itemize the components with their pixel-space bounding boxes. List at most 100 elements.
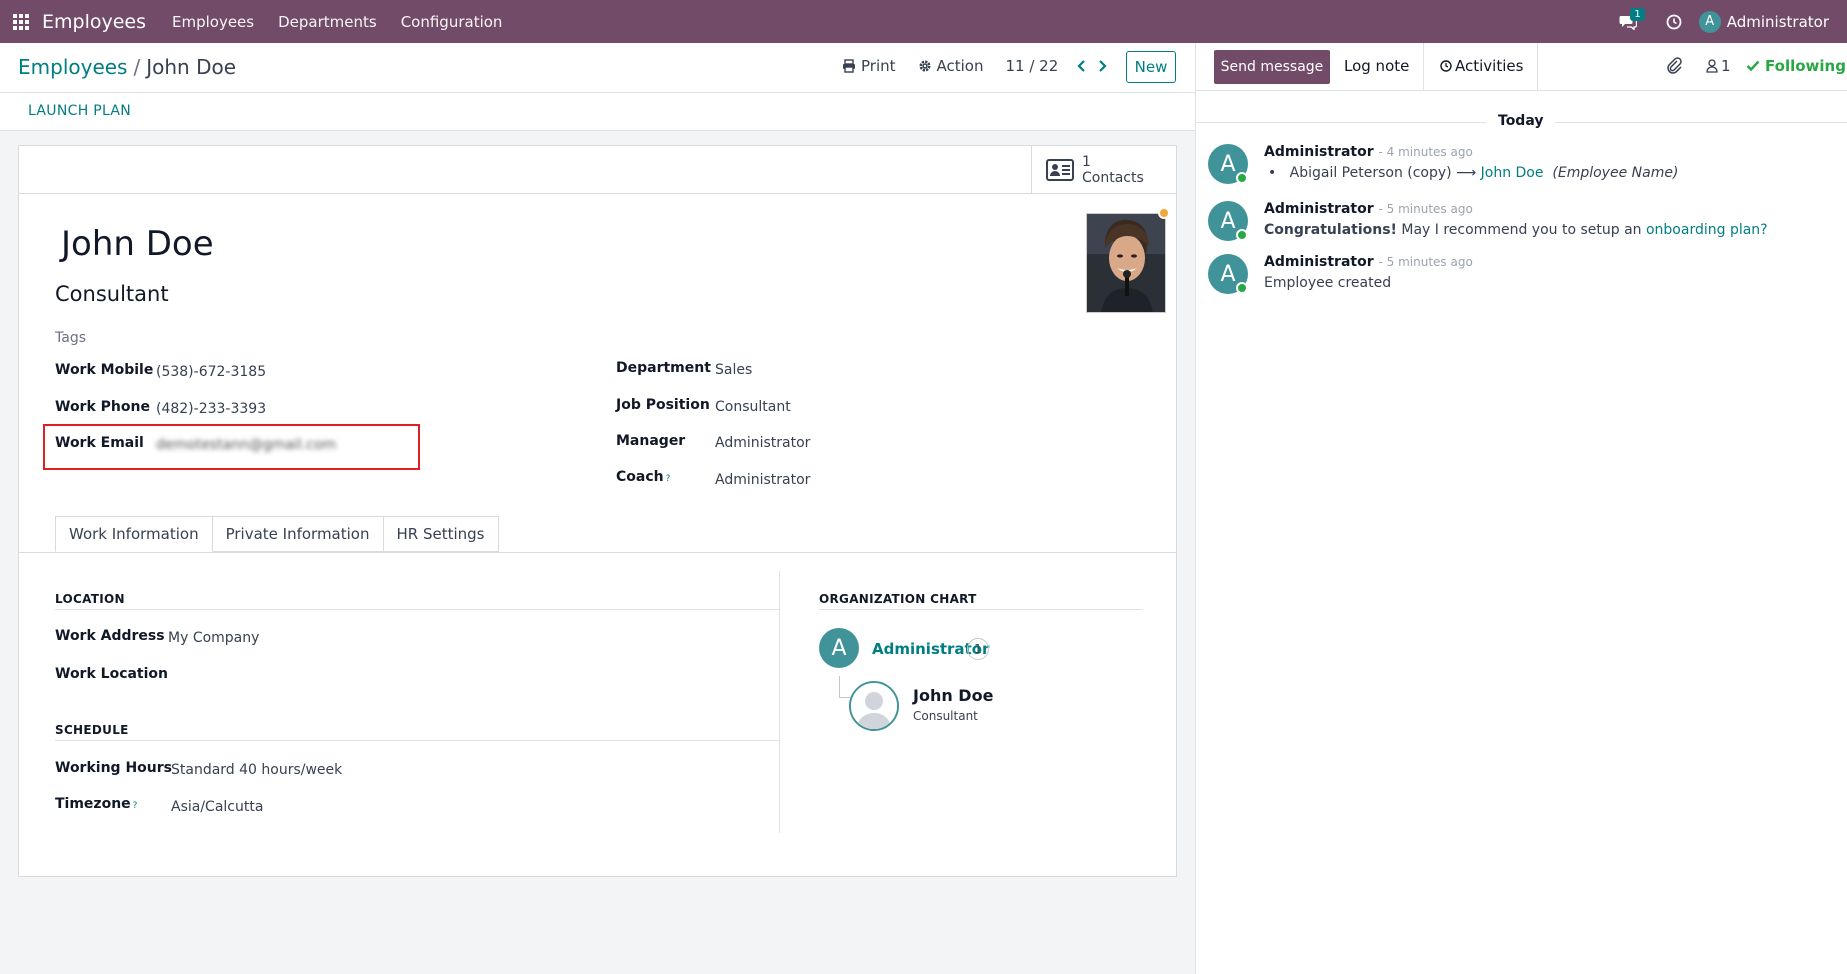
contacts-count: 1 — [1082, 154, 1091, 170]
org-chart-rule — [819, 609, 1143, 610]
job-title-field[interactable]: Consultant — [55, 282, 169, 306]
org-employee-name: John Doe — [913, 686, 994, 705]
pager-previous-icon[interactable] — [1070, 59, 1092, 73]
coach-help-icon[interactable]: ? — [666, 474, 671, 484]
chatter-topbar: Send message Log note Activities 1 Follo… — [1196, 43, 1847, 91]
work-phone-field[interactable]: (482)-233-3393 — [156, 401, 266, 417]
send-message-button[interactable]: Send message — [1214, 50, 1330, 84]
messaging-icon[interactable]: 1 — [1611, 0, 1645, 43]
org-employee-avatar[interactable] — [849, 681, 899, 731]
user-avatar[interactable]: A — [1698, 10, 1721, 33]
breadcrumb-employees-link[interactable]: Employees — [18, 55, 127, 79]
schedule-group-rule — [55, 740, 779, 741]
gear-icon — [919, 60, 931, 72]
chatter-message: A Administrator - 5 minutes ago Employee… — [1208, 254, 1828, 299]
work-mobile-field[interactable]: (538)-672-3185 — [156, 364, 266, 380]
activity-clock-icon[interactable] — [1657, 0, 1691, 43]
print-label: Print — [861, 57, 896, 75]
timezone-row: Timezone? — [55, 796, 137, 812]
button-box: 1 Contacts — [19, 146, 1176, 194]
org-manager-subordinates-count[interactable]: 1 — [967, 638, 989, 660]
manager-row: Manager — [616, 433, 685, 449]
tab-hr-settings[interactable]: HR Settings — [383, 516, 499, 552]
check-icon — [1746, 60, 1760, 72]
pager-value[interactable]: 11 / 22 — [1006, 57, 1059, 75]
menu-employees[interactable]: Employees — [172, 13, 254, 31]
onboarding-plan-link[interactable]: onboarding plan? — [1646, 222, 1768, 238]
job-position-field[interactable]: Consultant — [715, 399, 791, 415]
log-note-button[interactable]: Log note — [1344, 57, 1409, 75]
menu-configuration[interactable]: Configuration — [401, 13, 503, 31]
org-employee-job: Consultant — [913, 709, 978, 723]
activities-button[interactable]: Activities — [1440, 57, 1523, 75]
org-manager-avatar[interactable]: A — [819, 628, 859, 668]
print-button[interactable]: Print — [842, 57, 896, 75]
online-status-dot — [1236, 282, 1248, 294]
org-chart-title: ORGANIZATION CHART — [819, 592, 977, 606]
manager-field[interactable]: Administrator — [715, 435, 810, 451]
tab-work-information[interactable]: Work Information — [55, 516, 213, 552]
message-body: Employee created — [1264, 275, 1392, 291]
work-mobile-row: Work Mobile — [55, 362, 153, 378]
launch-plan-button[interactable]: LAUNCH PLAN — [28, 103, 131, 119]
message-time: - 4 minutes ago — [1378, 145, 1473, 159]
coach-row: Coach? — [616, 469, 670, 485]
tab-private-information[interactable]: Private Information — [212, 516, 384, 552]
app-menu-icon[interactable] — [0, 0, 42, 43]
online-status-dot — [1236, 229, 1248, 241]
working-hours-label: Working Hours — [55, 760, 172, 776]
message-header: Administrator - 5 minutes ago — [1264, 201, 1473, 217]
employee-name-field[interactable]: John Doe — [61, 224, 214, 264]
app-name[interactable]: Employees — [42, 11, 146, 33]
employee-photo[interactable] — [1086, 213, 1166, 313]
following-label: Following — [1765, 57, 1846, 75]
user-menu[interactable]: Administrator — [1727, 13, 1829, 31]
contacts-smart-button[interactable]: 1 Contacts — [1031, 146, 1176, 194]
presence-status-dot — [1158, 207, 1170, 219]
followers-button[interactable]: 1 — [1706, 57, 1731, 75]
pager-next-icon[interactable] — [1092, 59, 1114, 73]
location-group-title: LOCATION — [55, 592, 125, 606]
tracking-new-value: John Doe — [1480, 165, 1544, 181]
arrow-right-icon: ⟶ — [1456, 165, 1477, 181]
timezone-field[interactable]: Asia/Calcutta — [171, 799, 263, 815]
work-location-label: Work Location — [55, 666, 169, 682]
breadcrumb-separator: / — [133, 55, 141, 79]
print-icon — [843, 59, 855, 73]
work-address-field[interactable]: My Company — [168, 630, 259, 646]
paperclip-icon[interactable] — [1666, 56, 1682, 78]
new-button[interactable]: New — [1126, 51, 1176, 83]
location-group-rule — [55, 609, 779, 610]
messaging-badge: 1 — [1630, 8, 1645, 21]
message-time: - 5 minutes ago — [1378, 202, 1473, 216]
coach-field[interactable]: Administrator — [715, 472, 810, 488]
tags-field[interactable]: Tags — [55, 330, 86, 346]
work-location-field[interactable] — [168, 666, 468, 686]
activities-label: Activities — [1455, 57, 1524, 75]
top-navbar: Employees Employees Departments Configur… — [0, 0, 1847, 43]
department-field[interactable]: Sales — [715, 362, 752, 378]
message-author[interactable]: Administrator — [1264, 254, 1374, 270]
online-status-dot — [1236, 172, 1248, 184]
message-author[interactable]: Administrator — [1264, 201, 1374, 217]
tracking-field-name: (Employee Name) — [1552, 165, 1679, 181]
action-label: Action — [936, 57, 984, 75]
action-button[interactable]: Action — [918, 57, 984, 75]
schedule-group-title: SCHEDULE — [55, 723, 129, 737]
message-bold-text: Congratulations! — [1264, 222, 1397, 238]
chatter-separator — [1537, 43, 1538, 91]
tracking-value-change: • Abigail Peterson (copy) ⟶ John Doe (Em… — [1268, 165, 1678, 181]
message-header: Administrator - 4 minutes ago — [1264, 144, 1473, 160]
menu-departments[interactable]: Departments — [278, 13, 377, 31]
working-hours-field[interactable]: Standard 40 hours/week — [171, 762, 342, 778]
control-panel: Employees / John Doe Print Action 11 / 22 … — [0, 43, 1195, 93]
message-author[interactable]: Administrator — [1264, 144, 1374, 160]
work-mobile-label: Work Mobile — [55, 362, 154, 378]
following-button[interactable]: Following — [1746, 57, 1846, 75]
timezone-help-icon[interactable]: ? — [133, 801, 138, 811]
chatter-message: A Administrator - 5 minutes ago Congratu… — [1208, 201, 1828, 246]
chatter-separator — [1423, 43, 1424, 91]
message-time: - 5 minutes ago — [1378, 255, 1473, 269]
department-label: Department — [616, 360, 711, 376]
clock-icon — [1440, 60, 1452, 72]
